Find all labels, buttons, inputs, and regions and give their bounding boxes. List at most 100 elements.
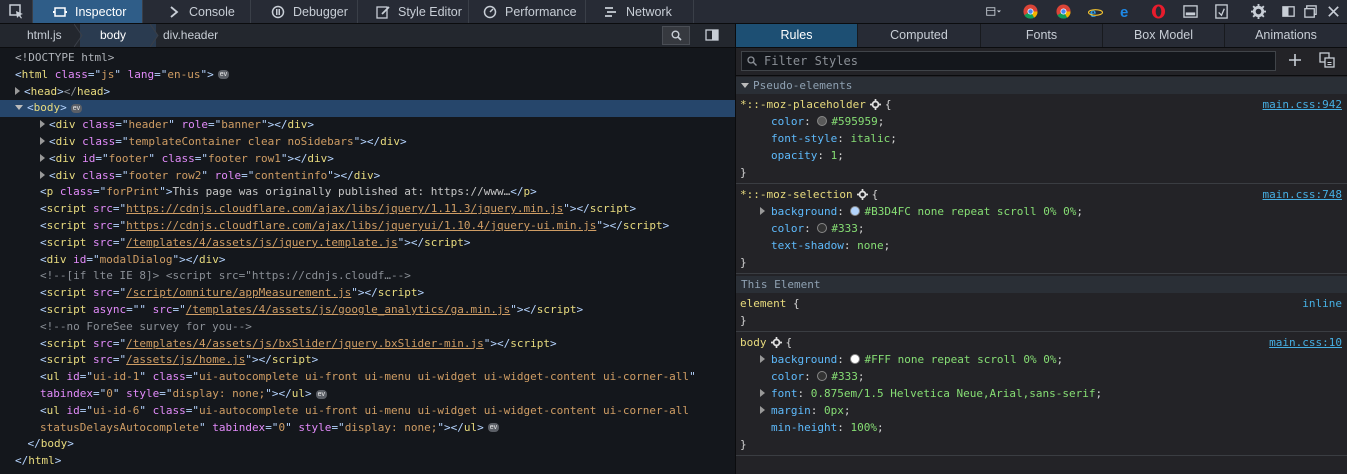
markup-node[interactable]: <script src="/assets/js/home.js"></scrip… (0, 352, 735, 369)
property-value[interactable]: #333 (831, 370, 858, 383)
rule-selector[interactable]: body (740, 336, 767, 349)
tab-rules[interactable]: Rules (736, 24, 858, 47)
rule-selector[interactable]: *::-moz-placeholder (740, 98, 866, 111)
markup-node[interactable]: <script src="/templates/4/assets/js/bxSl… (0, 336, 735, 353)
expand-twisty-icon[interactable] (760, 389, 765, 397)
markup-node[interactable]: <html class="js" lang="en-us"> ev (0, 67, 735, 84)
expand-twisty-icon[interactable] (40, 153, 45, 162)
property-value[interactable]: #B3D4FC none repeat scroll 0% 0% (864, 205, 1076, 218)
event-badge[interactable]: ev (70, 103, 83, 113)
rule-selector[interactable]: element (740, 297, 786, 310)
expand-twisty-icon[interactable] (15, 86, 20, 95)
tab-style-editor[interactable]: Style Editor (358, 0, 468, 23)
property-name[interactable]: min-height (771, 421, 837, 434)
rule-property[interactable]: margin: 0px; (736, 402, 1347, 419)
markup-token[interactable]: /templates/4/assets/js/google_analytics/… (186, 303, 511, 316)
tab-console[interactable]: Console (143, 0, 250, 23)
rule-property[interactable]: text-shadow: none; (736, 237, 1347, 254)
expand-twisty-icon[interactable] (40, 137, 45, 145)
markup-node[interactable]: <script src="https://cdnjs.cloudflare.co… (0, 218, 735, 235)
property-name[interactable]: font (771, 387, 798, 400)
rule-property[interactable]: color: #333; (736, 220, 1347, 237)
markup-node[interactable]: <div class="footer row2" role="contentin… (0, 168, 735, 185)
property-name[interactable]: text-shadow (771, 239, 844, 252)
markup-node[interactable]: <div id="modalDialog"></div> (0, 252, 735, 269)
markup-search-button[interactable] (662, 26, 690, 45)
property-value[interactable]: 0px (824, 404, 844, 417)
expand-twisty-icon[interactable] (760, 406, 765, 414)
rule-property[interactable]: color: #595959; (736, 113, 1347, 130)
markup-node[interactable]: <!--[if lte IE 8]> <script src="https://… (0, 268, 735, 285)
rule-property[interactable]: opacity: 1; (736, 147, 1347, 164)
expand-twisty-icon[interactable] (760, 207, 765, 215)
responsive-design-icon[interactable] (986, 4, 1001, 19)
add-rule-icon[interactable] (1288, 53, 1302, 67)
scratchpad-icon[interactable] (1214, 4, 1229, 19)
element-picker-icon[interactable] (9, 4, 24, 19)
markup-node[interactable]: tabindex="0" style="display: none;"></ul… (0, 386, 735, 403)
markup-node[interactable]: <head></head> (0, 84, 735, 101)
property-name[interactable]: background (771, 205, 837, 218)
expand-twisty-icon[interactable] (40, 170, 45, 179)
property-name[interactable]: background (771, 353, 837, 366)
markup-node[interactable]: <p class="forPrint">This page was origin… (0, 184, 735, 201)
rule-property[interactable]: background: #FFF none repeat scroll 0% 0… (736, 351, 1347, 368)
property-value[interactable]: 0.875em/1.5 Helvetica Neue,Arial,sans-se… (811, 387, 1096, 400)
opera-icon[interactable] (1151, 4, 1166, 19)
markup-node-selected[interactable]: <body> ev (0, 100, 735, 118)
rule-source-link[interactable]: inline (1302, 295, 1342, 312)
markup-node[interactable]: <ul id="ui-id-1" class="ui-autocomplete … (0, 369, 735, 386)
color-swatch[interactable] (817, 116, 828, 126)
color-swatch[interactable] (817, 223, 828, 233)
rule-property[interactable]: color: #333; (736, 368, 1347, 385)
rule-source-link[interactable]: main.css:748 (1263, 186, 1342, 203)
property-value[interactable]: #333 (831, 222, 858, 235)
tab-network[interactable]: Network (586, 0, 693, 23)
property-value[interactable]: #FFF none repeat scroll 0% 0% (864, 353, 1056, 366)
property-name[interactable]: color (771, 370, 804, 383)
toggle-sidebar-icon[interactable] (705, 29, 719, 41)
dock-window-icon[interactable] (1303, 4, 1318, 19)
toggle-pseudo-class-icon[interactable] (1319, 52, 1335, 68)
chrome-icon[interactable] (1056, 4, 1071, 19)
event-badge[interactable]: ev (487, 423, 500, 433)
markup-node[interactable]: <script async="" src="/templates/4/asset… (0, 302, 735, 319)
gear-icon[interactable] (770, 336, 782, 348)
property-name[interactable]: opacity (771, 149, 817, 162)
breadcrumb-item-selected[interactable]: body (100, 24, 126, 47)
markup-node[interactable]: <div id="footer" class="footer row1"></d… (0, 151, 735, 168)
collapse-twisty-icon[interactable] (741, 82, 749, 88)
markup-node[interactable]: <script src="/templates/4/assets/js/jque… (0, 235, 735, 252)
markup-token[interactable]: /templates/4/assets/js/bxSlider/jquery.b… (126, 337, 484, 350)
markup-node[interactable]: <!--no ForeSee survey for you--> (0, 319, 735, 336)
markup-token[interactable]: https://cdnjs.cloudflare.com/ajax/libs/j… (126, 219, 596, 232)
tab-box-model[interactable]: Box Model (1103, 24, 1225, 47)
markup-node[interactable]: <!DOCTYPE html> (0, 50, 735, 67)
screenshot-icon[interactable] (1183, 4, 1198, 19)
edge-icon[interactable]: e (1119, 4, 1134, 19)
markup-node[interactable]: <script src="/script/omniture/appMeasure… (0, 285, 735, 302)
internet-explorer-icon[interactable]: e (1088, 4, 1103, 19)
breadcrumb-item[interactable]: html.js (27, 24, 62, 47)
markup-node[interactable]: </body> (0, 436, 735, 453)
markup-token[interactable]: /script/omniture/appMeasurement.js (126, 286, 351, 299)
close-icon[interactable] (1326, 4, 1341, 19)
markup-node[interactable]: <div class="header" role="banner"></div> (0, 117, 735, 134)
filter-styles-input[interactable]: Filter Styles (741, 51, 1276, 71)
color-swatch[interactable] (850, 206, 861, 216)
collapse-twisty-icon[interactable] (15, 104, 23, 110)
markup-node[interactable]: <ul id="ui-id-6" class="ui-autocomplete … (0, 403, 735, 420)
breadcrumb-item[interactable]: div.header (163, 24, 218, 47)
expand-twisty-icon[interactable] (40, 120, 45, 129)
settings-icon[interactable] (1251, 4, 1266, 19)
property-value[interactable]: 100% (850, 421, 877, 434)
markup-node[interactable]: <div class="templateContainer clear noSi… (0, 134, 735, 151)
color-swatch[interactable] (850, 354, 861, 364)
property-name[interactable]: margin (771, 404, 811, 417)
markup-token[interactable]: https://cdnjs.cloudflare.com/ajax/libs/j… (126, 202, 563, 215)
rule-property[interactable]: font: 0.875em/1.5 Helvetica Neue,Arial,s… (736, 385, 1347, 402)
event-badge[interactable]: ev (315, 389, 327, 399)
tab-inspector[interactable]: Inspector (33, 0, 142, 23)
property-value[interactable]: none (857, 239, 884, 252)
tab-computed[interactable]: Computed (858, 24, 981, 47)
